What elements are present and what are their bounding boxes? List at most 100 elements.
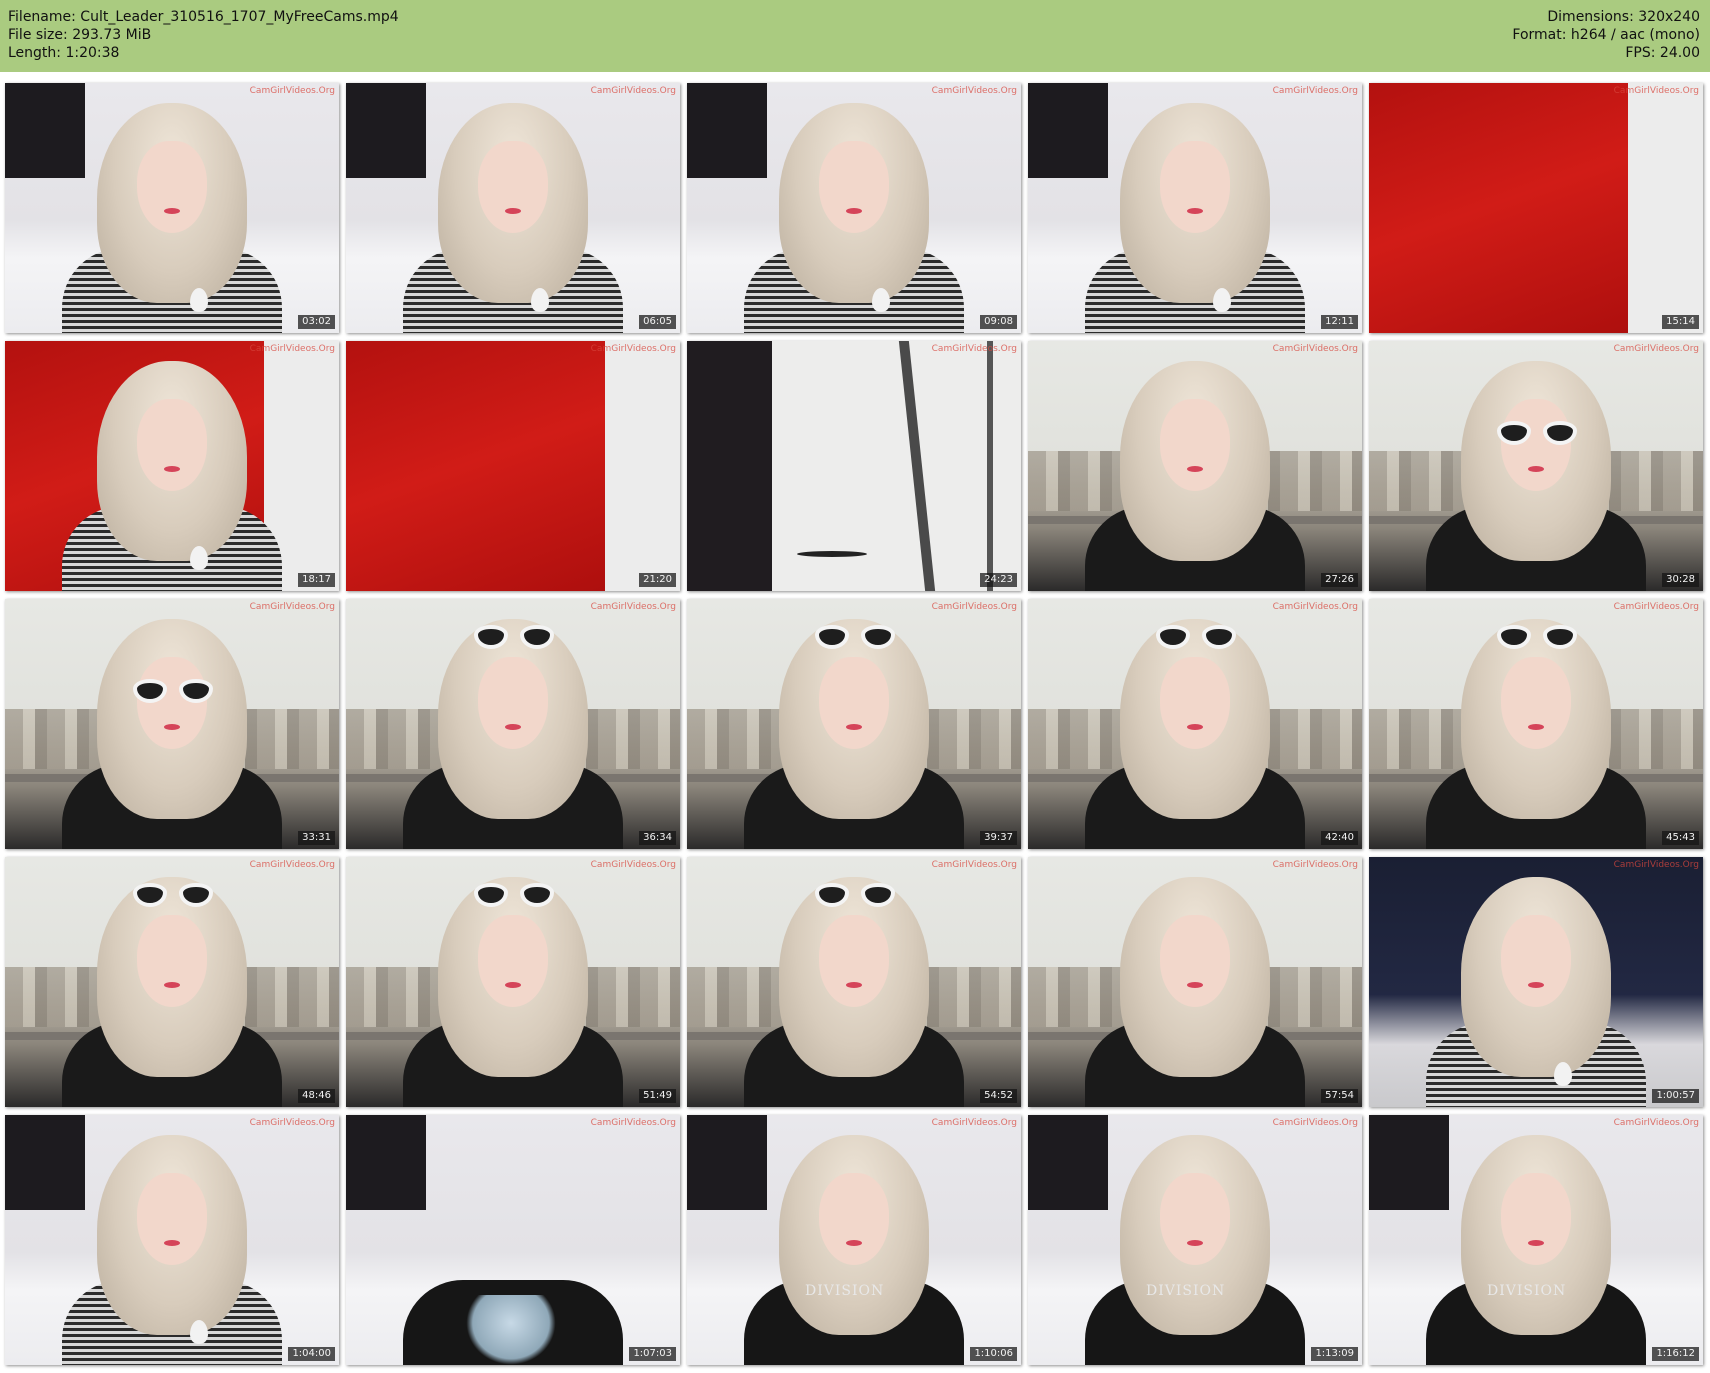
thumbnail-frame[interactable]: DIVISION CamGirlVideos.Org 1:16:12 <box>1369 1115 1703 1365</box>
timestamp-label: 18:17 <box>298 573 335 587</box>
frame-image <box>5 857 339 1107</box>
thumbnail-frame[interactable]: DIVISION CamGirlVideos.Org 1:10:06 <box>687 1115 1021 1365</box>
frame-image: DIVISION <box>1369 1115 1703 1365</box>
watermark-text: CamGirlVideos.Org <box>1613 860 1699 870</box>
frame-image: DIVISION <box>687 1115 1021 1365</box>
timestamp-label: 1:13:09 <box>1311 1347 1358 1361</box>
watermark-text: CamGirlVideos.Org <box>590 1118 676 1128</box>
watermark-text: CamGirlVideos.Org <box>249 860 335 870</box>
thumbnail-frame[interactable]: CamGirlVideos.Org 36:34 <box>346 599 680 849</box>
watermark-text: CamGirlVideos.Org <box>249 1118 335 1128</box>
thumbnail-frame[interactable]: CamGirlVideos.Org 1:00:57 <box>1369 857 1703 1107</box>
frame-image <box>1369 599 1703 849</box>
fps-label: FPS: 24.00 <box>1625 45 1700 61</box>
frame-image <box>346 1115 680 1365</box>
thumbnail-frame[interactable]: CamGirlVideos.Org 39:37 <box>687 599 1021 849</box>
thumbnail-frame[interactable]: CamGirlVideos.Org 1:07:03 <box>346 1115 680 1365</box>
filesize-label: File size: 293.73 MiB <box>8 27 152 43</box>
heart-sunglasses-icon <box>1497 625 1577 649</box>
thumbnail-frame[interactable]: CamGirlVideos.Org 15:14 <box>1369 83 1703 333</box>
frame-image <box>5 1115 339 1365</box>
heart-sunglasses-icon <box>133 883 213 907</box>
file-info-right: Dimensions: 320x240 Format: h264 / aac (… <box>1512 8 1700 62</box>
thumbnail-frame[interactable]: CamGirlVideos.Org 57:54 <box>1028 857 1362 1107</box>
watermark-text: CamGirlVideos.Org <box>590 86 676 96</box>
timestamp-label: 57:54 <box>1321 1089 1358 1103</box>
file-info-left: Filename: Cult_Leader_310516_1707_MyFree… <box>8 8 399 62</box>
watermark-text: CamGirlVideos.Org <box>931 860 1017 870</box>
frame-image <box>687 341 1021 591</box>
timestamp-label: 39:37 <box>980 831 1017 845</box>
tee-logo-text: DIVISION <box>1146 1283 1226 1299</box>
thumbnail-frame[interactable]: CamGirlVideos.Org 03:02 <box>5 83 339 333</box>
thumbnail-frame[interactable]: CamGirlVideos.Org 18:17 <box>5 341 339 591</box>
heart-sunglasses-icon <box>1497 421 1577 445</box>
frame-image <box>1369 341 1703 591</box>
timestamp-label: 36:34 <box>639 831 676 845</box>
thumbnail-frame[interactable]: CamGirlVideos.Org 30:28 <box>1369 341 1703 591</box>
watermark-text: CamGirlVideos.Org <box>1613 602 1699 612</box>
thumbnail-frame[interactable]: CamGirlVideos.Org 24:23 <box>687 341 1021 591</box>
heart-sunglasses-icon <box>474 883 554 907</box>
tee-logo-text: DIVISION <box>1487 1283 1567 1299</box>
watermark-text: CamGirlVideos.Org <box>249 602 335 612</box>
timestamp-label: 21:20 <box>639 573 676 587</box>
length-label: Length: 1:20:38 <box>8 45 120 61</box>
heart-sunglasses-icon <box>815 625 895 649</box>
watermark-text: CamGirlVideos.Org <box>931 1118 1017 1128</box>
thumbnail-frame[interactable]: CamGirlVideos.Org 48:46 <box>5 857 339 1107</box>
filename-label: Filename: Cult_Leader_310516_1707_MyFree… <box>8 9 399 25</box>
frame-image <box>1028 599 1362 849</box>
frame-image <box>687 83 1021 333</box>
watermark-text: CamGirlVideos.Org <box>1613 1118 1699 1128</box>
frame-image <box>687 857 1021 1107</box>
frame-image <box>346 83 680 333</box>
timestamp-label: 06:05 <box>639 315 676 329</box>
frame-image <box>346 857 680 1107</box>
format-label: Format: h264 / aac (mono) <box>1512 27 1700 43</box>
timestamp-label: 51:49 <box>639 1089 676 1103</box>
alien-icon <box>1213 288 1231 312</box>
info-header: Filename: Cult_Leader_310516_1707_MyFree… <box>0 0 1710 72</box>
watermark-text: CamGirlVideos.Org <box>1272 602 1358 612</box>
watermark-text: CamGirlVideos.Org <box>1613 86 1699 96</box>
frame-image: DIVISION <box>1028 1115 1362 1365</box>
alien-icon <box>872 288 890 312</box>
thumbnail-frame[interactable]: CamGirlVideos.Org 45:43 <box>1369 599 1703 849</box>
alien-icon <box>531 288 549 312</box>
thumbnail-frame[interactable]: CamGirlVideos.Org 1:04:00 <box>5 1115 339 1365</box>
heart-sunglasses-icon <box>815 883 895 907</box>
timestamp-label: 27:26 <box>1321 573 1358 587</box>
timestamp-label: 1:00:57 <box>1652 1089 1699 1103</box>
watermark-text: CamGirlVideos.Org <box>1272 860 1358 870</box>
thumbnail-frame[interactable]: CamGirlVideos.Org 51:49 <box>346 857 680 1107</box>
thumbnail-frame[interactable]: CamGirlVideos.Org 12:11 <box>1028 83 1362 333</box>
heart-sunglasses-icon <box>133 679 213 703</box>
thumbnail-frame[interactable]: CamGirlVideos.Org 42:40 <box>1028 599 1362 849</box>
timestamp-label: 15:14 <box>1662 315 1699 329</box>
frame-image <box>1369 857 1703 1107</box>
watermark-text: CamGirlVideos.Org <box>1272 1118 1358 1128</box>
timestamp-label: 1:04:00 <box>288 1347 335 1361</box>
alien-icon <box>190 288 208 312</box>
alien-icon <box>190 1320 208 1344</box>
watermark-text: CamGirlVideos.Org <box>249 344 335 354</box>
thumbnail-grid: CamGirlVideos.Org 03:02 CamGirlVideos.Org 0… <box>5 83 1705 1365</box>
thumbnail-frame[interactable]: CamGirlVideos.Org 27:26 <box>1028 341 1362 591</box>
frame-image <box>5 341 339 591</box>
timestamp-label: 42:40 <box>1321 831 1358 845</box>
thumbnail-frame[interactable]: CamGirlVideos.Org 21:20 <box>346 341 680 591</box>
thumbnail-frame[interactable]: CamGirlVideos.Org 54:52 <box>687 857 1021 1107</box>
dimensions-label: Dimensions: 320x240 <box>1547 9 1700 25</box>
timestamp-label: 1:10:06 <box>970 1347 1017 1361</box>
timestamp-label: 09:08 <box>980 315 1017 329</box>
frame-image <box>1028 857 1362 1107</box>
watermark-text: CamGirlVideos.Org <box>931 602 1017 612</box>
thumbnail-frame[interactable]: CamGirlVideos.Org 06:05 <box>346 83 680 333</box>
frame-image <box>1369 83 1703 333</box>
thumbnail-frame[interactable]: CamGirlVideos.Org 09:08 <box>687 83 1021 333</box>
watermark-text: CamGirlVideos.Org <box>931 344 1017 354</box>
thumbnail-frame[interactable]: DIVISION CamGirlVideos.Org 1:13:09 <box>1028 1115 1362 1365</box>
thumbnail-frame[interactable]: CamGirlVideos.Org 33:31 <box>5 599 339 849</box>
frame-image <box>1028 341 1362 591</box>
